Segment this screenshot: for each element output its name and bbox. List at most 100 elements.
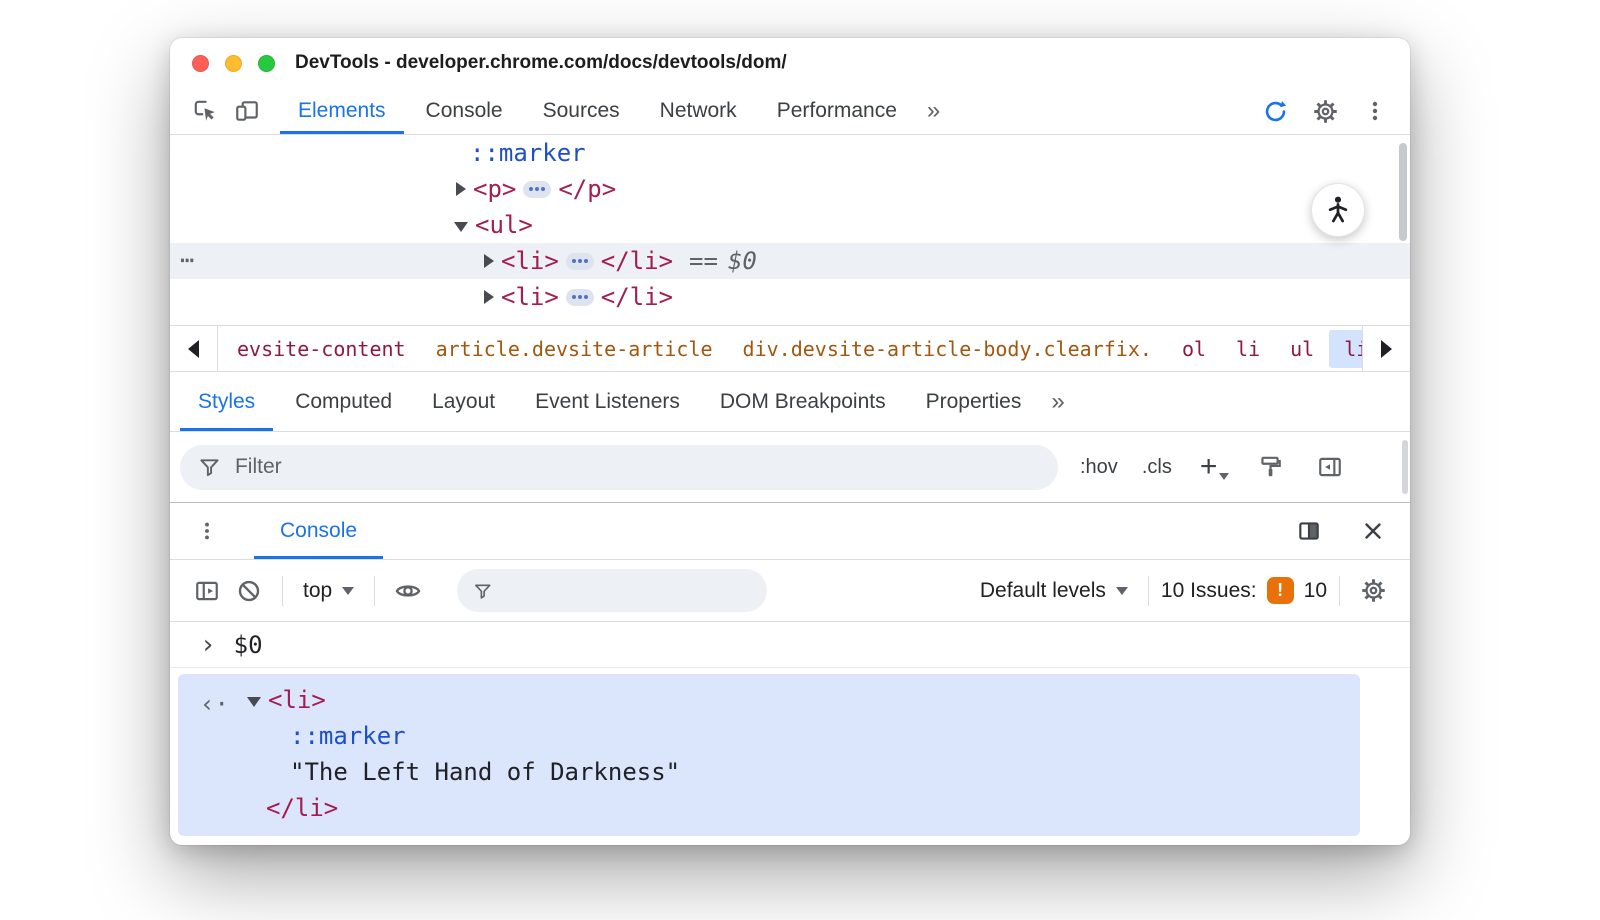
tree-row-selected[interactable]: ⋯ <li> </li> == $0 [170,243,1410,279]
sync-icon[interactable] [1254,98,1296,125]
breadcrumb-item[interactable]: ul [1275,330,1329,368]
tab-console[interactable]: Console [406,88,523,134]
equals-sign: == [689,247,718,275]
divider [1147,575,1149,606]
new-style-rule-button[interactable]: + [1199,450,1230,483]
more-tabs-chevron-icon[interactable]: » [1041,372,1074,431]
window-title: DevTools - developer.chrome.com/docs/dev… [295,52,787,73]
log-levels-selector[interactable]: Default levels [972,579,1136,603]
close-tag: </li> [600,283,674,311]
styles-filter-field[interactable] [234,455,1040,479]
tab-layout[interactable]: Layout [412,372,515,431]
breadcrumb-scroll-right-icon[interactable] [1362,326,1410,371]
gutter-more-icon[interactable]: ⋯ [180,246,195,274]
paint-format-icon[interactable] [1249,454,1291,480]
inline-expand-button[interactable] [565,252,594,270]
divider [1339,575,1340,606]
breadcrumb-item[interactable]: ol [1167,330,1221,368]
styles-filter-input[interactable] [180,444,1058,490]
settings-gear-icon[interactable] [1304,98,1346,125]
open-tag: <ul> [475,211,533,239]
styles-filter-bar: :hov .cls + [170,432,1410,502]
live-expression-eye-icon[interactable] [387,577,429,605]
breadcrumb-item[interactable]: li [1221,330,1275,368]
titlebar: DevTools - developer.chrome.com/docs/dev… [170,38,1410,88]
chevron-down-icon [1115,586,1128,595]
drawer-tab-console[interactable]: Console [254,503,384,559]
divider [374,575,376,606]
result-row[interactable]: </li> [178,790,1360,826]
tab-network[interactable]: Network [640,88,757,134]
result-row[interactable]: <li> [178,682,1360,718]
tab-styles[interactable]: Styles [178,372,275,431]
result-row[interactable]: ::marker [178,718,1360,754]
tree-row[interactable]: ::marker [170,135,1410,171]
breadcrumb: evsite-content article.devsite-article d… [170,325,1410,372]
breadcrumb-scroll-left-icon[interactable] [170,326,218,371]
breadcrumb-item[interactable]: article.devsite-article [421,330,728,368]
tab-computed[interactable]: Computed [275,372,412,431]
console-command-row[interactable]: › $0 [170,622,1410,668]
close-tag: </li> [600,247,674,275]
text-node: "The Left Hand of Darkness" [290,758,681,786]
disclosure-closed-icon[interactable] [484,254,494,268]
devtools-window: DevTools - developer.chrome.com/docs/dev… [170,38,1410,845]
toggle-element-state-button[interactable]: :hov [1080,456,1118,479]
context-selector[interactable]: top [295,579,362,603]
clear-console-icon[interactable] [228,578,270,604]
console-messages[interactable]: › $0 ‹· <li> ::marker "The Left Hand of … [170,622,1410,845]
styles-scrollbar[interactable] [1402,440,1408,494]
console-settings-gear-icon[interactable] [1352,577,1394,604]
minimize-window-button[interactable] [225,54,242,72]
inline-expand-button[interactable] [523,180,552,198]
plus-label: + [1199,450,1218,483]
console-sidebar-toggle-icon[interactable] [186,578,228,604]
tree-row[interactable]: <ul> [170,207,1410,243]
tree-row[interactable]: <li> </li> [170,279,1410,315]
disclosure-open-icon[interactable] [247,697,261,707]
tab-dom-breakpoints[interactable]: DOM Breakpoints [700,372,906,431]
console-filter-input[interactable] [457,569,768,612]
close-window-button[interactable] [192,54,209,72]
result-row[interactable]: "The Left Hand of Darkness" [178,754,1360,790]
split-panel-icon[interactable] [1288,518,1330,544]
close-tag: </p> [558,175,617,203]
vertical-scrollbar[interactable] [1399,143,1407,241]
elements-tree: ::marker <p> </p> <ul> ⋯ <li> </li> == $0 <l… [170,135,1410,325]
drawer-kebab-menu-icon[interactable] [186,503,228,559]
prompt-chevron-icon: › [200,629,216,660]
console-filter-field[interactable] [504,579,752,602]
open-tag: <li> [268,686,326,714]
divider [282,575,283,606]
more-tabs-chevron-icon[interactable]: » [917,88,950,134]
filter-funnel-icon [200,459,219,477]
inline-expand-button[interactable] [565,288,594,306]
element-classes-button[interactable]: .cls [1142,456,1172,479]
accessibility-person-icon[interactable] [1311,183,1365,237]
disclosure-closed-icon[interactable] [484,290,494,304]
tab-elements[interactable]: Elements [278,88,406,134]
issues-counter[interactable]: 10 Issues: ! 10 [1161,577,1327,604]
issue-exclamation-icon: ! [1266,577,1294,604]
console-result-block[interactable]: ‹· <li> ::marker "The Left Hand of Darkn… [178,674,1360,836]
device-toolbar-icon[interactable] [226,88,268,134]
tab-event-listeners[interactable]: Event Listeners [515,372,700,431]
breadcrumb-item-selected[interactable]: li [1329,329,1362,368]
close-drawer-icon[interactable] [1352,519,1394,543]
disclosure-open-icon[interactable] [454,222,468,232]
tab-properties[interactable]: Properties [906,372,1042,431]
breadcrumb-item[interactable]: div.devsite-article-body.clearfix. [728,330,1167,368]
tab-performance[interactable]: Performance [757,88,917,134]
chevron-down-icon [342,586,355,595]
zoom-window-button[interactable] [258,54,275,72]
console-command-text: $0 [233,630,263,659]
tree-row[interactable]: <p> </p> [170,171,1410,207]
breadcrumb-list: evsite-content article.devsite-article d… [218,326,1362,371]
kebab-menu-icon[interactable] [1354,98,1396,124]
dock-sidebar-icon[interactable] [1309,454,1351,480]
disclosure-closed-icon[interactable] [456,182,466,196]
close-tag: </li> [266,794,339,822]
breadcrumb-item[interactable]: evsite-content [222,330,421,368]
tab-sources[interactable]: Sources [523,88,640,134]
inspect-element-icon[interactable] [184,88,226,134]
